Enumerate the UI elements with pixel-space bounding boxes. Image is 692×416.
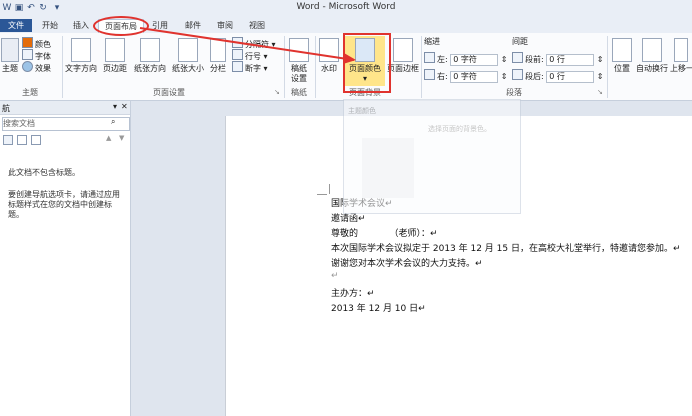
- watermark-brand: 搜狗指南: [552, 336, 648, 364]
- sogou-logo-icon: S: [514, 332, 546, 364]
- watermark: S 搜狗指南 zhinan.sogou.com: [512, 330, 687, 400]
- watermark-url: zhinan.sogou.com: [518, 374, 655, 392]
